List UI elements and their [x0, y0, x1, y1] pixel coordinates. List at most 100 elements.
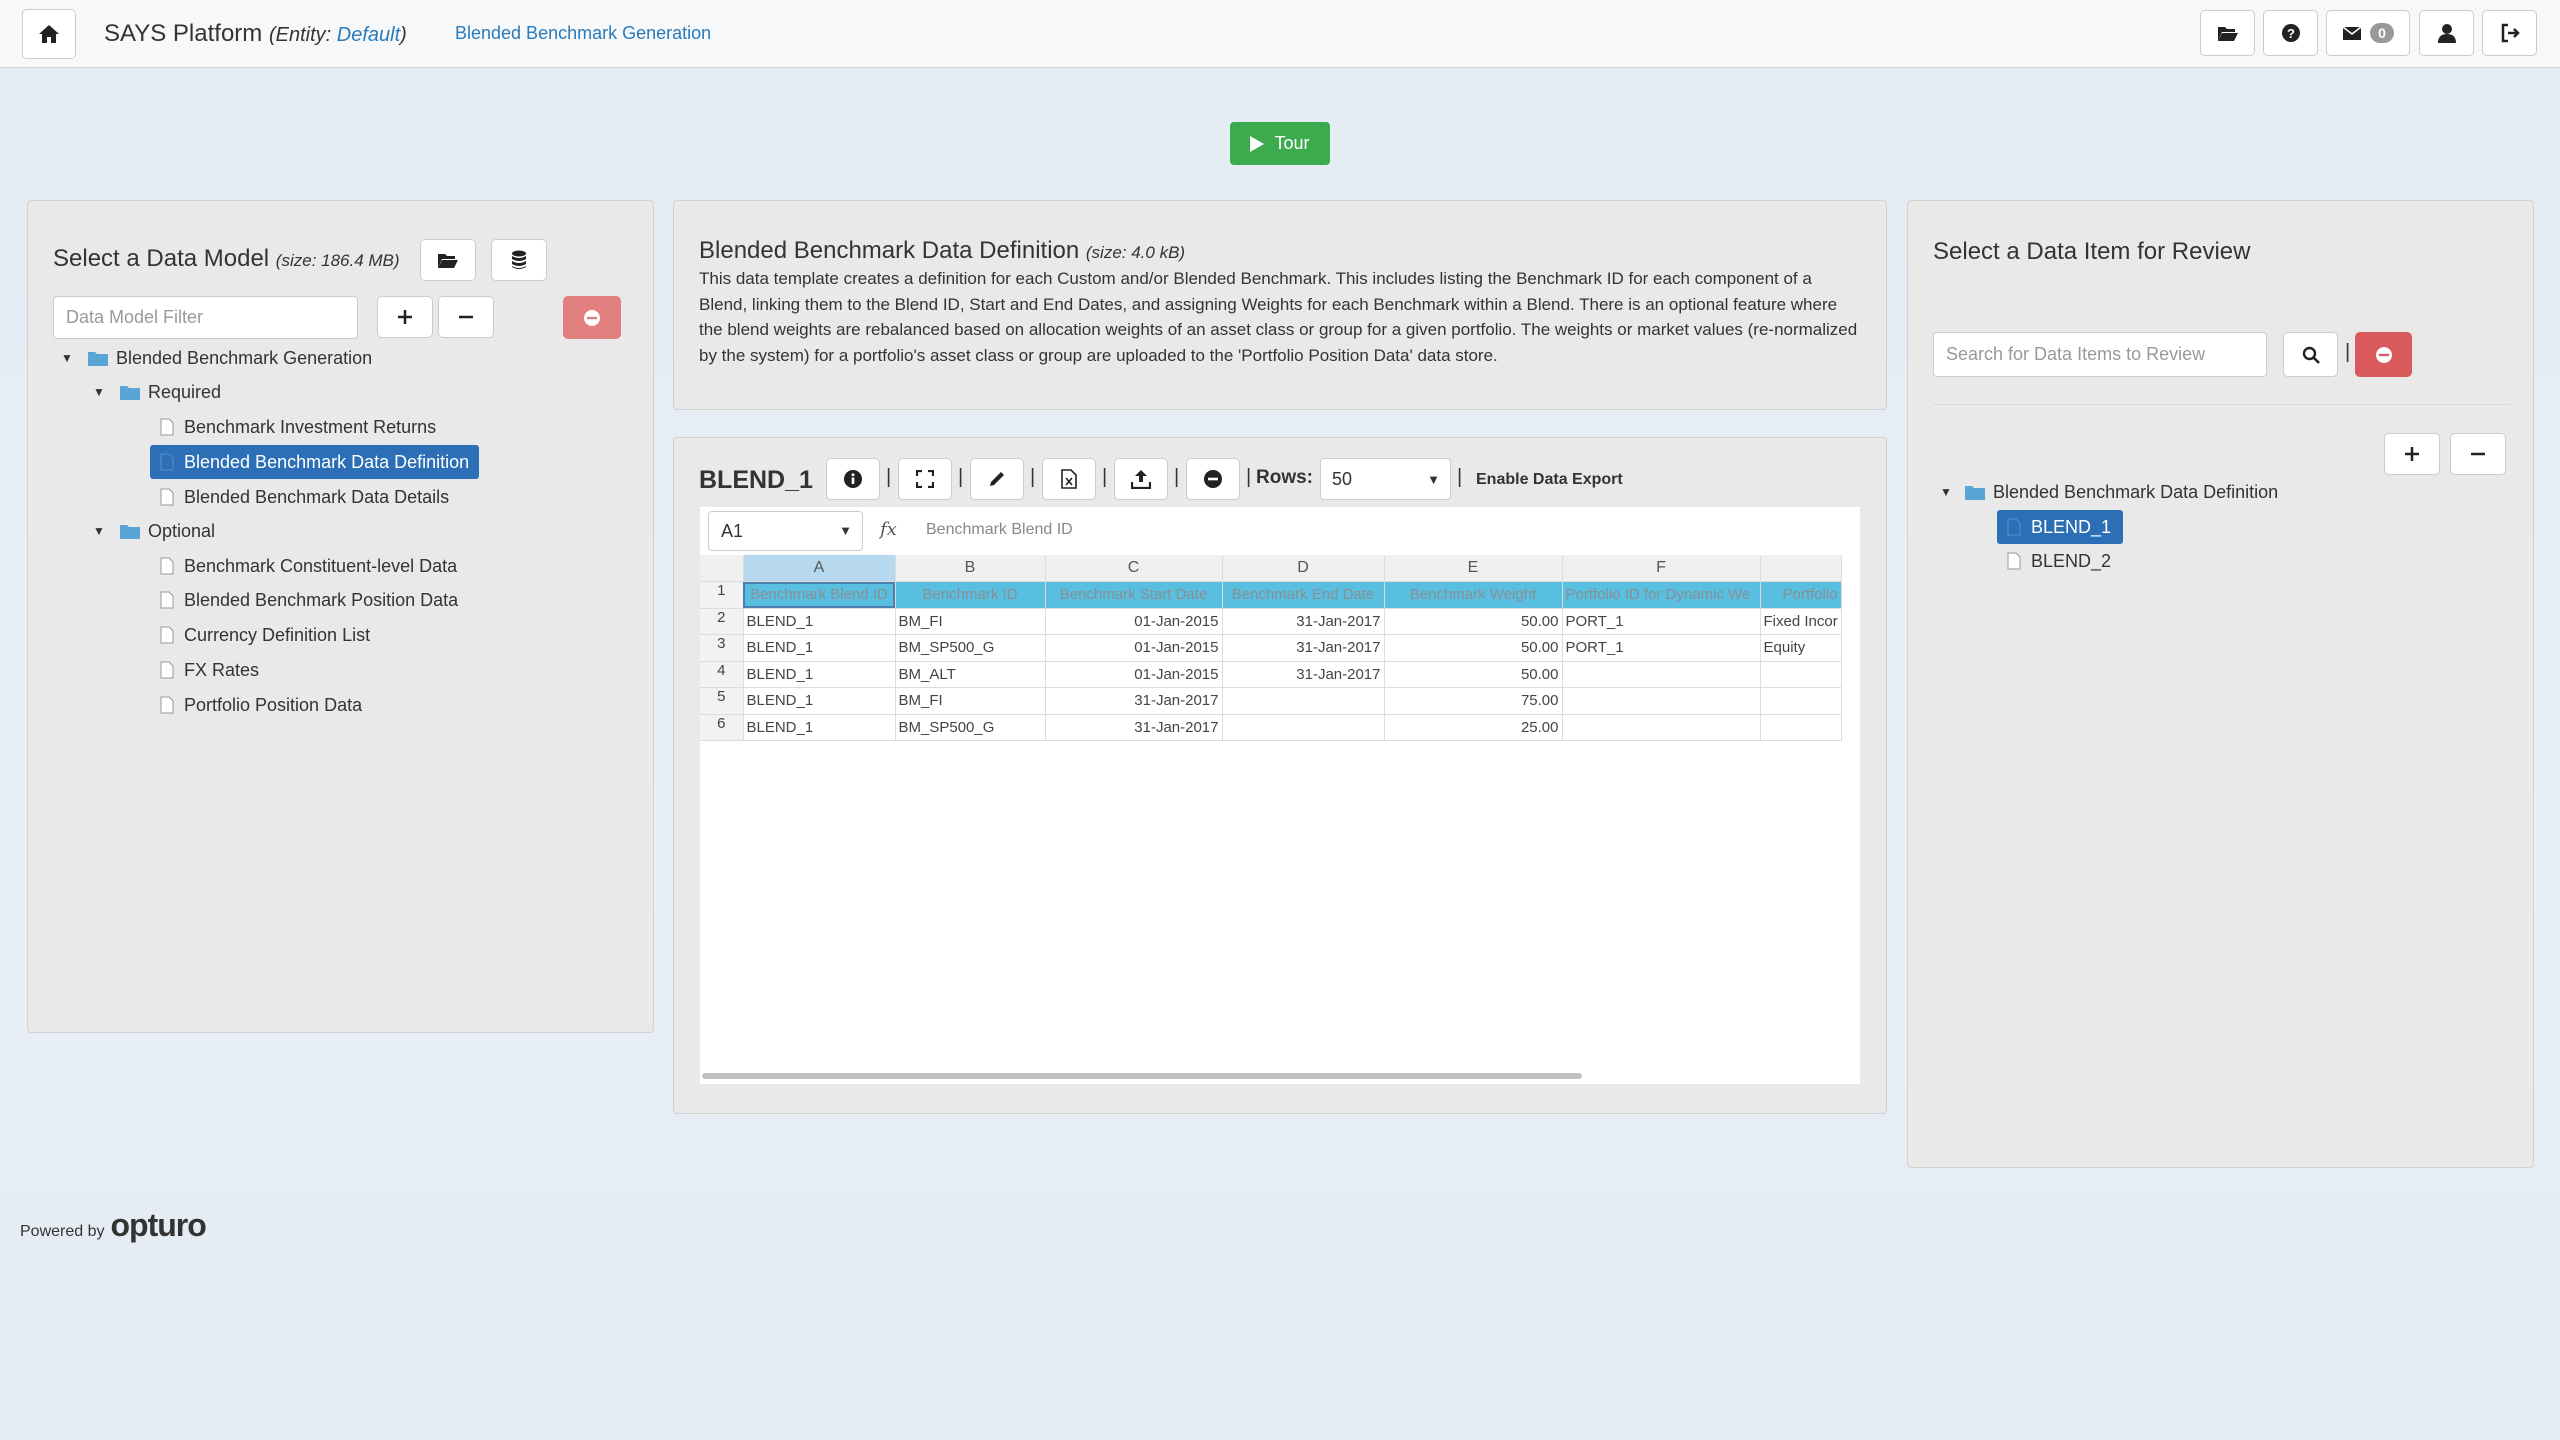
row-header[interactable]: 5 [700, 687, 744, 715]
clear-search-button[interactable] [2355, 332, 2412, 377]
column-header[interactable]: F [1562, 555, 1761, 582]
grid-cell[interactable]: Equity [1760, 634, 1842, 662]
grid-cell[interactable] [1222, 687, 1385, 715]
row-header[interactable]: 3 [700, 634, 744, 662]
grid-cell[interactable]: 01-Jan-2015 [1045, 661, 1223, 688]
open-folder-button[interactable] [2200, 10, 2255, 56]
review-tree-root[interactable]: ▼ Blended Benchmark Data Definition [1939, 475, 2278, 509]
database-button[interactable] [491, 239, 547, 281]
collapse-all-button[interactable] [2450, 433, 2506, 475]
grid-cell[interactable]: Portfolio [1760, 581, 1842, 609]
grid-cell[interactable]: Portfolio ID for Dynamic We [1562, 581, 1761, 609]
expand-all-button[interactable] [2384, 433, 2440, 475]
upload-button[interactable] [1114, 458, 1168, 500]
tree-item-benchmark-constituent-level-data[interactable]: Benchmark Constituent-level Data [160, 549, 457, 583]
caret-down-icon[interactable]: ▼ [1939, 485, 1953, 499]
review-tree-item-blend-2[interactable]: BLEND_2 [2007, 544, 2111, 578]
caret-down-icon[interactable]: ▼ [92, 385, 106, 399]
grid-cell[interactable]: Benchmark Start Date [1045, 581, 1223, 609]
formula-bar-input[interactable]: Benchmark Blend ID [926, 521, 1073, 539]
grid-cell[interactable]: 31-Jan-2017 [1045, 714, 1223, 741]
column-header[interactable]: D [1222, 555, 1385, 582]
logout-button[interactable] [2482, 10, 2537, 56]
column-header[interactable]: A [743, 555, 896, 582]
grid-cell[interactable] [1760, 661, 1842, 688]
grid-cell[interactable]: BM_ALT [895, 661, 1046, 688]
grid-cell[interactable]: BM_FI [895, 687, 1046, 715]
grid-cell[interactable]: BLEND_1 [743, 608, 896, 635]
tree-item-currency-definition-list[interactable]: Currency Definition List [160, 618, 370, 652]
grid-cell[interactable]: 50.00 [1384, 608, 1563, 635]
search-button[interactable] [2283, 332, 2338, 377]
data-grid[interactable]: A B C D E F 1 Benchmark Blend ID Benchma… [700, 555, 1842, 741]
user-profile-button[interactable] [2419, 10, 2474, 56]
fullscreen-button[interactable] [898, 458, 952, 500]
home-button[interactable] [22, 9, 76, 59]
row-header[interactable]: 2 [700, 608, 744, 635]
grid-cell[interactable]: BM_FI [895, 608, 1046, 635]
tree-item-blended-benchmark-data-definition[interactable]: Blended Benchmark Data Definition [150, 445, 480, 479]
column-header[interactable]: E [1384, 555, 1563, 582]
grid-cell[interactable]: Benchmark End Date [1222, 581, 1385, 609]
export-excel-button[interactable] [1042, 458, 1096, 500]
remove-sheet-button[interactable] [1186, 458, 1240, 500]
cell-reference-select[interactable]: A1 ▼ [708, 511, 863, 551]
data-model-filter-input[interactable]: Data Model Filter [53, 296, 358, 339]
spreadsheet[interactable]: A1 ▼ fx Benchmark Blend ID A B C D E F 1… [700, 507, 1860, 1084]
grid-cell[interactable] [1222, 714, 1385, 741]
grid-cell[interactable] [1562, 687, 1761, 715]
grid-cell[interactable] [1562, 661, 1761, 688]
column-header[interactable]: C [1045, 555, 1223, 582]
grid-cell[interactable]: Benchmark ID [895, 581, 1046, 609]
tree-item-blended-benchmark-position-data[interactable]: Blended Benchmark Position Data [160, 583, 458, 617]
grid-cell[interactable]: 31-Jan-2017 [1222, 634, 1385, 662]
review-tree-item-blend-1[interactable]: BLEND_1 [1997, 510, 2124, 544]
enable-data-export-link[interactable]: Enable Data Export [1476, 471, 1623, 489]
grid-cell[interactable] [1760, 687, 1842, 715]
edit-button[interactable] [970, 458, 1024, 500]
caret-down-icon[interactable]: ▼ [92, 524, 106, 538]
grid-cell[interactable]: 01-Jan-2015 [1045, 634, 1223, 662]
messages-button[interactable]: 0 [2326, 10, 2410, 56]
grid-cell[interactable] [1760, 714, 1842, 741]
tree-node-required[interactable]: ▼ Required [92, 375, 221, 409]
row-header[interactable]: 1 [700, 581, 744, 609]
tree-item-fx-rates[interactable]: FX Rates [160, 653, 259, 687]
column-header[interactable]: B [895, 555, 1046, 582]
tree-node-root[interactable]: ▼ Blended Benchmark Generation [60, 341, 372, 375]
corner-cell[interactable] [700, 555, 744, 582]
grid-cell[interactable]: BLEND_1 [743, 687, 896, 715]
tour-button[interactable]: Tour [1230, 122, 1330, 165]
grid-cell[interactable]: PORT_1 [1562, 608, 1761, 635]
info-button[interactable] [826, 458, 880, 500]
grid-cell[interactable]: 31-Jan-2017 [1222, 608, 1385, 635]
grid-cell[interactable]: PORT_1 [1562, 634, 1761, 662]
entity-link[interactable]: Default [337, 24, 400, 46]
expand-all-button[interactable] [377, 296, 433, 338]
grid-cell[interactable]: 75.00 [1384, 687, 1563, 715]
collapse-all-button[interactable] [438, 296, 494, 338]
grid-cell[interactable]: 25.00 [1384, 714, 1563, 741]
tree-item-benchmark-investment-returns[interactable]: Benchmark Investment Returns [160, 410, 436, 444]
grid-cell[interactable]: Fixed Incor [1760, 608, 1842, 635]
data-item-search-input[interactable]: Search for Data Items to Review [1933, 332, 2267, 377]
rows-select[interactable]: 50 ▼ [1320, 458, 1451, 500]
grid-cell[interactable]: BM_SP500_G [895, 714, 1046, 741]
grid-cell[interactable]: 31-Jan-2017 [1045, 687, 1223, 715]
caret-down-icon[interactable]: ▼ [60, 351, 74, 365]
grid-cell[interactable]: BLEND_1 [743, 661, 896, 688]
column-header[interactable] [1760, 555, 1842, 582]
breadcrumb-link[interactable]: Blended Benchmark Generation [455, 23, 711, 44]
open-model-button[interactable] [420, 239, 476, 281]
tree-item-portfolio-position-data[interactable]: Portfolio Position Data [160, 688, 362, 722]
grid-cell[interactable]: Benchmark Blend ID [743, 581, 896, 609]
grid-cell[interactable]: 50.00 [1384, 634, 1563, 662]
grid-cell[interactable]: 50.00 [1384, 661, 1563, 688]
grid-cell[interactable]: 31-Jan-2017 [1222, 661, 1385, 688]
horizontal-scrollbar[interactable] [702, 1073, 1582, 1079]
grid-cell[interactable]: 01-Jan-2015 [1045, 608, 1223, 635]
tree-node-optional[interactable]: ▼ Optional [92, 514, 215, 548]
grid-cell[interactable]: Benchmark Weight [1384, 581, 1563, 609]
clear-filter-button[interactable] [563, 296, 621, 339]
grid-cell[interactable] [1562, 714, 1761, 741]
